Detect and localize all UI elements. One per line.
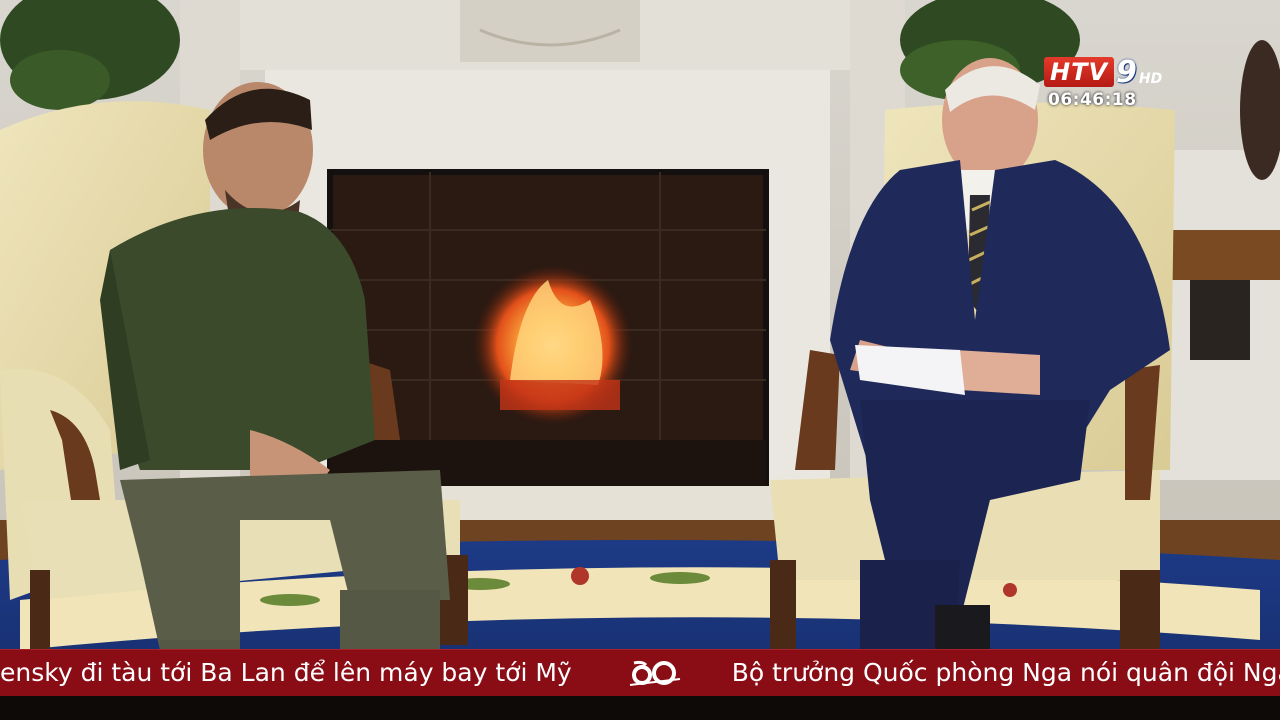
video-frame: HTV 9 HD 06:46:18 ensky đi tàu tới Ba La… <box>0 0 1280 720</box>
news-ticker: ensky đi tàu tới Ba Lan để lên máy bay t… <box>0 649 1280 697</box>
ticker-headline: Bộ trưởng Quốc phòng Nga nói quân đội Ng… <box>731 658 1280 687</box>
broadcast-clock: 06:46:18 <box>1048 90 1137 110</box>
htv9-logo: HTV 9 HD <box>1044 54 1163 90</box>
channel-logo-hd: HD <box>1138 71 1163 87</box>
lower-strip <box>0 696 1280 720</box>
anniversary-60-icon <box>628 659 682 687</box>
channel-logo-number: 9 <box>1116 54 1137 90</box>
ticker-track: ensky đi tàu tới Ba Lan để lên máy bay t… <box>0 650 1280 696</box>
ticker-headline: ensky đi tàu tới Ba Lan để lên máy bay t… <box>0 658 572 687</box>
channel-logo: HTV 9 HD 06:46:18 <box>1044 54 1204 118</box>
channel-logo-text: HTV <box>1044 57 1115 87</box>
